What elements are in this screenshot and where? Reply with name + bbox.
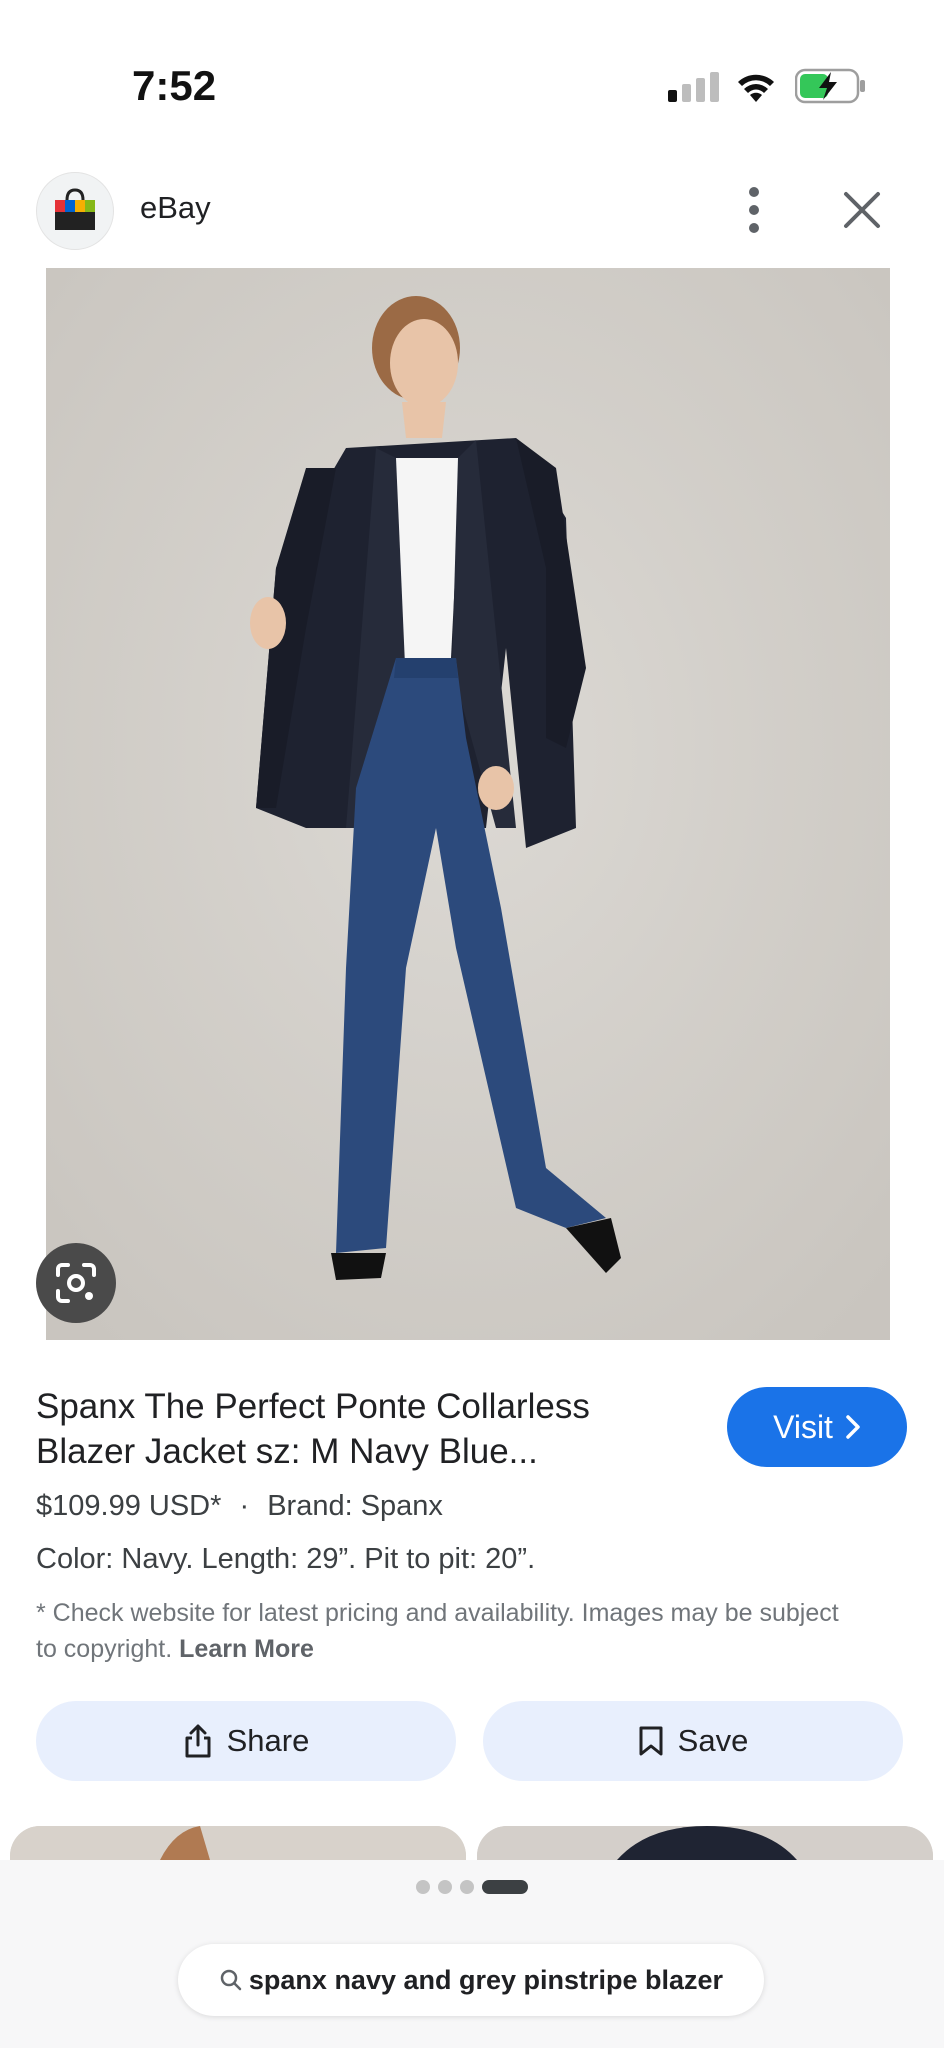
- page-dot: [438, 1880, 452, 1894]
- google-lens-button[interactable]: [36, 1243, 116, 1323]
- related-result-thumbnail[interactable]: [10, 1826, 466, 1860]
- disclaimer-text: * Check website for latest pricing and a…: [36, 1599, 839, 1663]
- search-query-text: spanx navy and grey pinstripe blazer: [248, 1964, 724, 1995]
- page-indicator: [416, 1880, 528, 1896]
- brand: Brand: Spanx: [267, 1490, 443, 1522]
- product-title[interactable]: Spanx The Perfect Ponte Collarless Blaze…: [36, 1384, 676, 1474]
- page-dot: [416, 1880, 430, 1894]
- price: $109.99 USD*: [36, 1490, 222, 1522]
- page-dot: [460, 1880, 474, 1894]
- product-description: Color: Navy. Length: 29”. Pit to pit: 20…: [36, 1543, 536, 1575]
- visit-button[interactable]: Visit: [727, 1387, 907, 1467]
- status-bar: 7:52: [0, 0, 944, 140]
- source-header: eBay: [0, 170, 944, 260]
- search-query-pill[interactable]: spanx navy and grey pinstripe blazer: [178, 1944, 764, 2016]
- thumbnail-image: [477, 1826, 933, 1860]
- more-options-icon[interactable]: [734, 180, 774, 240]
- related-result-thumbnail[interactable]: [477, 1826, 933, 1860]
- visit-button-label: Visit: [773, 1408, 833, 1445]
- lens-camera-icon: [56, 1263, 96, 1303]
- battery-charging-icon: [795, 68, 865, 104]
- chevron-right-icon: [846, 1415, 860, 1439]
- close-icon[interactable]: [838, 186, 886, 234]
- wifi-icon: [738, 74, 774, 102]
- price-brand-line: $109.99 USD* · Brand: Spanx: [36, 1490, 443, 1523]
- pricing-disclaimer: * Check website for latest pricing and a…: [36, 1595, 856, 1667]
- model-in-blazer-and-jeans-image: [46, 268, 890, 1340]
- save-button[interactable]: Save: [483, 1701, 903, 1781]
- site-name[interactable]: eBay: [140, 190, 211, 226]
- product-image[interactable]: [46, 268, 890, 1340]
- page-dot-active: [482, 1880, 528, 1894]
- thumbnail-image: [10, 1826, 466, 1860]
- bookmark-icon: [639, 1726, 663, 1756]
- ebay-bag-logo-icon[interactable]: [36, 172, 114, 250]
- status-time: 7:52: [132, 62, 217, 109]
- cellular-signal-icon: [668, 72, 719, 102]
- share-button[interactable]: Share: [36, 1701, 456, 1781]
- save-label: Save: [677, 1723, 749, 1758]
- search-icon: [220, 1969, 242, 1991]
- share-label: Share: [226, 1723, 310, 1758]
- share-icon: [185, 1724, 211, 1758]
- separator-dot: ·: [239, 1490, 250, 1522]
- learn-more-link[interactable]: Learn More: [179, 1635, 314, 1663]
